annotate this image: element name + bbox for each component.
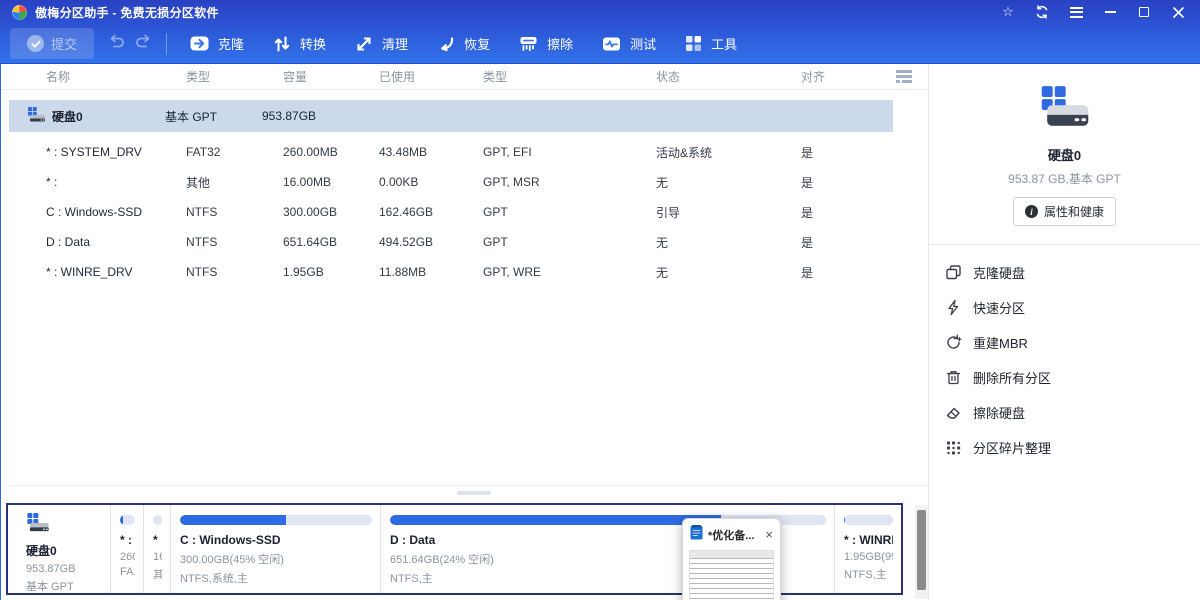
app-logo-icon xyxy=(12,5,27,20)
window-title: 傲梅分区助手 - 免费无损分区软件 xyxy=(35,4,994,21)
header-aligned[interactable]: 对齐 xyxy=(801,68,861,85)
header-part-type[interactable]: 类型 xyxy=(483,68,656,85)
vertical-scrollbar[interactable] xyxy=(915,505,928,599)
disk-map-disk-header[interactable]: 硬盘0 953.87GB 基本 GPT xyxy=(8,505,111,593)
scrollbar-thumb[interactable] xyxy=(917,510,926,590)
sidebar-item-defragment[interactable]: 分区碎片整理 xyxy=(945,430,1200,465)
tools-icon xyxy=(684,34,703,53)
sidebar-item-delete-all-partitions[interactable]: 删除所有分区 xyxy=(945,360,1200,395)
usage-bar xyxy=(180,515,372,525)
sidebar-item-wipe-disk[interactable]: 擦除硬盘 xyxy=(945,395,1200,430)
minimize-button[interactable] xyxy=(1096,2,1124,22)
redo-icon[interactable] xyxy=(135,34,152,54)
defrag-icon xyxy=(945,439,962,456)
disk-table-area: 名称 类型 容量 已使用 类型 状态 对齐 硬盘0 基本 GPT 953.87G… xyxy=(0,64,928,600)
sidebar-disk-info: 953.87 GB,基本 GPT xyxy=(929,170,1200,187)
usage-bar xyxy=(844,515,893,525)
disk-icon xyxy=(1039,86,1091,135)
lightning-icon xyxy=(945,299,962,316)
toolbar-clean-button[interactable]: 清理 xyxy=(340,28,422,60)
info-icon: i xyxy=(1025,205,1038,218)
table-header: 名称 类型 容量 已使用 类型 状态 对齐 xyxy=(1,64,928,90)
table-row-partition[interactable]: D : Data NTFS 651.64GB 494.52GB GPT 无 是 xyxy=(1,227,928,257)
toolbar-recover-button[interactable]: 恢复 xyxy=(422,28,504,60)
header-used[interactable]: 已使用 xyxy=(379,68,483,85)
convert-icon xyxy=(272,34,292,54)
toolbar-erase-button[interactable]: 擦除 xyxy=(504,28,587,60)
properties-health-button[interactable]: i 属性和健康 xyxy=(1013,197,1116,226)
trash-icon xyxy=(945,369,962,386)
favorite-icon[interactable]: ☆ xyxy=(994,2,1022,22)
test-icon xyxy=(601,34,622,54)
sidebar: 硬盘0 953.87 GB,基本 GPT i 属性和健康 克隆硬盘 快速分区 xyxy=(928,64,1200,600)
titlebar: 傲梅分区助手 - 免费无损分区软件 ☆ xyxy=(0,0,1200,24)
toolbar-test-button[interactable]: 测试 xyxy=(587,28,670,60)
submit-button[interactable]: 提交 xyxy=(10,28,94,59)
refresh-icon[interactable] xyxy=(1028,2,1056,22)
recover-icon xyxy=(436,34,456,54)
toolbar-clone-button[interactable]: 克隆 xyxy=(175,28,258,60)
header-fs-type[interactable]: 类型 xyxy=(186,68,283,85)
sidebar-disk-name: 硬盘0 xyxy=(929,145,1200,164)
app-window: 傲梅分区助手 - 免费无损分区软件 ☆ 提交 xyxy=(0,0,1200,600)
close-icon[interactable]: × xyxy=(765,530,773,540)
taskbar-preview-popup[interactable]: *优化备... × xyxy=(682,518,781,600)
toolbar: 提交 克隆 转换 清理 xyxy=(0,24,1200,64)
notepad-preview-thumbnail[interactable] xyxy=(689,550,774,600)
partition-block-msr[interactable]: * : 16.... 其... xyxy=(144,505,171,593)
notepad-icon xyxy=(690,525,703,545)
close-button[interactable] xyxy=(1164,2,1192,22)
undo-icon[interactable] xyxy=(108,34,125,54)
eraser-icon xyxy=(945,404,962,421)
check-icon xyxy=(27,35,44,52)
preview-title: *优化备... xyxy=(708,527,760,543)
toolbar-tools-button[interactable]: 工具 xyxy=(670,28,751,60)
maximize-button[interactable] xyxy=(1130,2,1158,22)
sidebar-item-quick-partition[interactable]: 快速分区 xyxy=(945,290,1200,325)
table-row-partition[interactable]: * : 其他 16.00MB 0.00KB GPT, MSR 无 是 xyxy=(1,167,928,197)
clone-icon xyxy=(189,33,210,54)
partition-block-c[interactable]: C : Windows-SSD 300.00GB(45% 空闲) NTFS,系统… xyxy=(171,505,381,593)
header-status[interactable]: 状态 xyxy=(656,68,801,85)
disk-row-type: 基本 GPT xyxy=(165,108,262,125)
header-capacity[interactable]: 容量 xyxy=(283,68,379,85)
disk-row-name: 硬盘0 xyxy=(52,108,165,125)
usage-bar xyxy=(120,515,135,525)
clean-icon xyxy=(354,34,374,54)
clone-disk-icon xyxy=(945,264,962,281)
menu-icon[interactable] xyxy=(1062,2,1090,22)
disk-row-capacity: 953.87GB xyxy=(262,109,358,123)
disk-icon xyxy=(27,107,46,126)
panel-splitter[interactable] xyxy=(1,485,928,503)
usage-bar xyxy=(153,515,162,525)
table-row-partition[interactable]: * : WINRE_DRV NTFS 1.95GB 11.88MB GPT, W… xyxy=(1,257,928,287)
sidebar-item-rebuild-mbr[interactable]: 重建MBR xyxy=(945,325,1200,360)
table-row-disk0[interactable]: 硬盘0 基本 GPT 953.87GB xyxy=(9,100,893,132)
disk-icon xyxy=(26,520,50,537)
rebuild-mbr-icon xyxy=(945,334,962,351)
erase-icon xyxy=(518,34,539,54)
toolbar-convert-button[interactable]: 转换 xyxy=(258,28,340,60)
list-view-icon[interactable] xyxy=(896,70,912,83)
partition-block-system-drv[interactable]: * : ... 260... FA... xyxy=(111,505,144,593)
header-name[interactable]: 名称 xyxy=(46,68,186,85)
sidebar-item-clone-disk[interactable]: 克隆硬盘 xyxy=(945,255,1200,290)
table-row-partition[interactable]: * : SYSTEM_DRV FAT32 260.00MB 43.48MB GP… xyxy=(1,137,928,167)
partition-block-winre[interactable]: * : WINRE_... 1.95GB(99%... NTFS,主 xyxy=(835,505,901,593)
toolbar-separator xyxy=(166,33,167,55)
table-row-partition[interactable]: C : Windows-SSD NTFS 300.00GB 162.46GB G… xyxy=(1,197,928,227)
splitter-handle-icon[interactable] xyxy=(457,491,491,495)
